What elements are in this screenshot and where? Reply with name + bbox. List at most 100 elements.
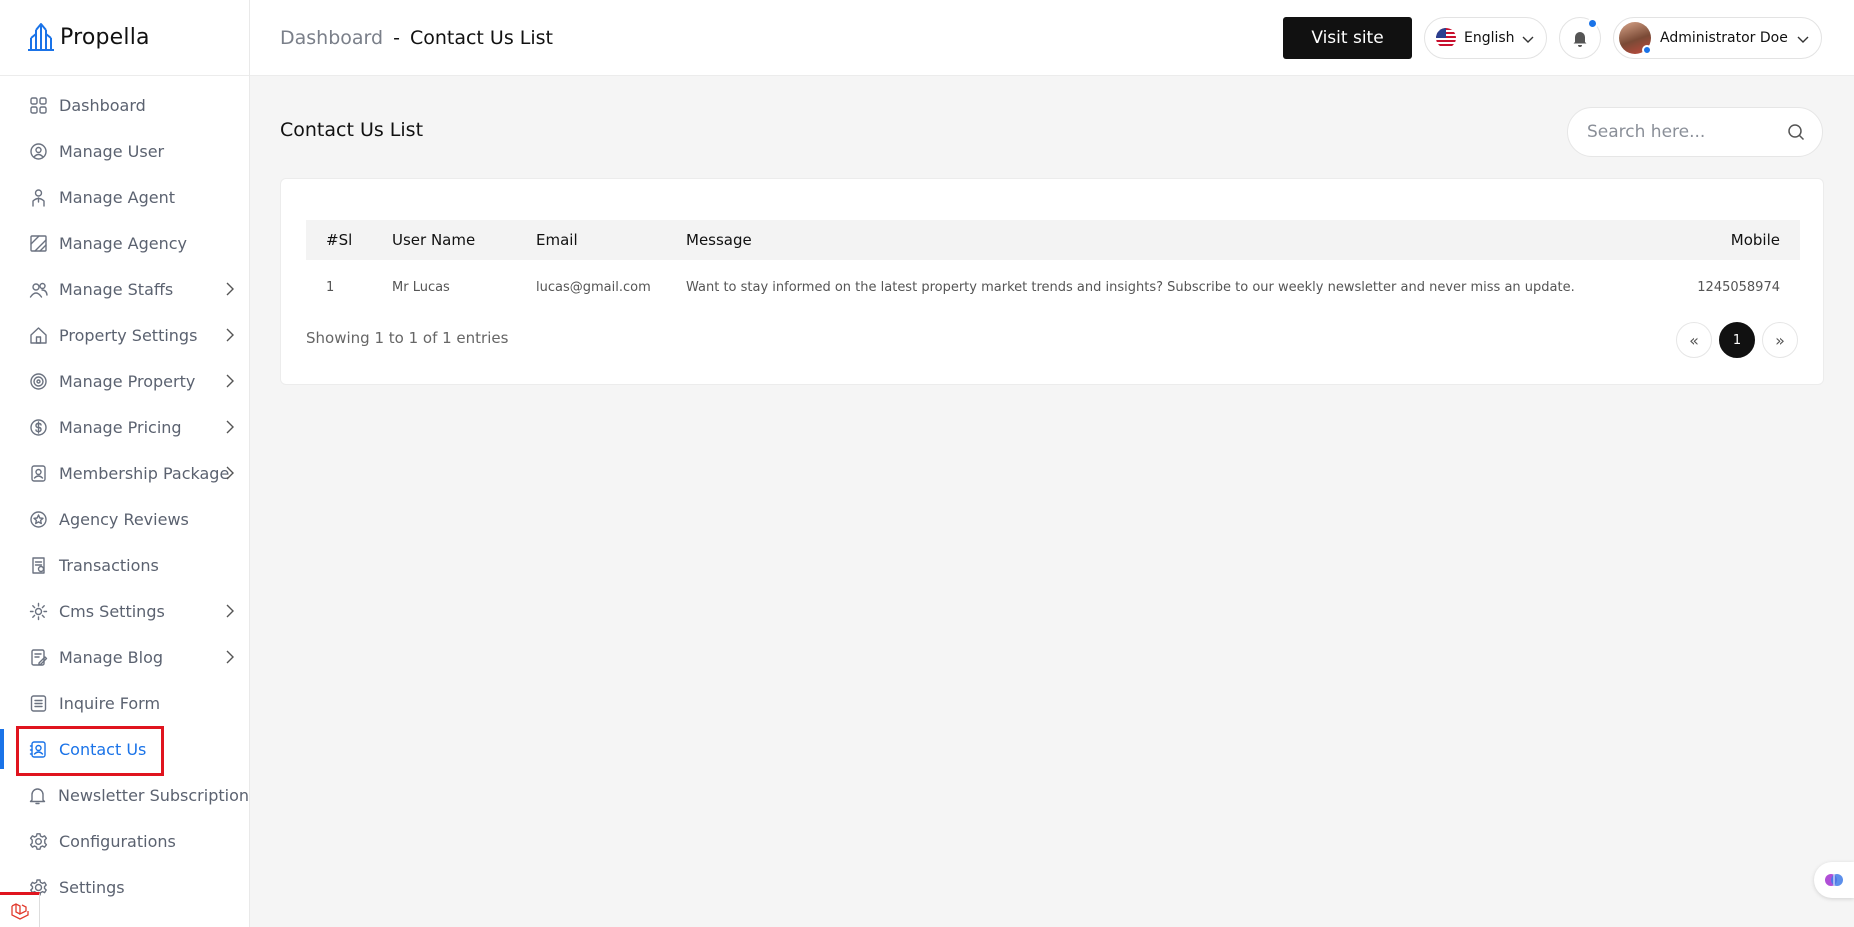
pagination-next[interactable]: » <box>1762 322 1798 358</box>
chevron-right-icon <box>226 466 234 480</box>
search-input[interactable] <box>1587 122 1777 142</box>
target-icon <box>28 371 48 391</box>
laravel-icon[interactable] <box>0 892 40 927</box>
online-indicator <box>1642 45 1652 55</box>
breadcrumb: Dashboard - Contact Us List <box>280 27 553 49</box>
cell-email: lucas@gmail.com <box>536 280 651 295</box>
sidebar-item-label: Configurations <box>59 831 176 851</box>
cog-icon <box>28 831 48 851</box>
chevron-right-icon <box>226 420 234 434</box>
cell-sl: 1 <box>326 280 335 295</box>
pagination-prev[interactable]: « <box>1676 322 1712 358</box>
propella-logo-icon <box>28 22 54 51</box>
sidebar-item-manage-staffs[interactable]: Manage Staffs <box>0 266 249 312</box>
sidebar-item-label: Agency Reviews <box>59 509 189 529</box>
chevron-right-icon <box>226 650 234 664</box>
sidebar-item-label: Property Settings <box>59 325 198 345</box>
sidebar-item-label: Cms Settings <box>59 601 165 621</box>
sidebar-item-manage-pricing[interactable]: Manage Pricing <box>0 404 249 450</box>
sidebar-item-inquire-form[interactable]: Inquire Form <box>0 680 249 726</box>
sidebar-item-label: Settings <box>59 877 125 897</box>
receipt-icon <box>28 555 48 575</box>
cell-mobile: 1245058974 <box>1697 280 1780 295</box>
pagination-page-1[interactable]: 1 <box>1719 322 1755 358</box>
sidebar: Propella Dashboard Manage User Manage Agen… <box>0 0 250 927</box>
sidebar-item-label: Newsletter Subscription <box>58 785 249 805</box>
cell-user-name: Mr Lucas <box>392 280 450 295</box>
sidebar-item-label: Contact Us <box>59 739 147 759</box>
sidebar-item-label: Transactions <box>59 555 159 575</box>
sidebar-item-label: Manage Agent <box>59 187 175 207</box>
sidebar-item-property-settings[interactable]: Property Settings <box>0 312 249 358</box>
agent-icon <box>28 187 48 207</box>
top-header: Dashboard - Contact Us List Visit site E… <box>250 0 1854 76</box>
language-label: English <box>1464 30 1515 46</box>
language-selector[interactable]: English <box>1424 17 1547 59</box>
bell-outline-icon <box>28 785 47 805</box>
chevron-right-icon <box>226 604 234 618</box>
page-title: Contact Us List <box>280 119 424 141</box>
sidebar-item-newsletter-subscription[interactable]: Newsletter Subscription <box>0 772 249 818</box>
search-icon[interactable] <box>1787 123 1805 141</box>
column-header-mobile: Mobile <box>1730 231 1780 249</box>
notification-button[interactable] <box>1559 17 1601 59</box>
sidebar-item-transactions[interactable]: Transactions <box>0 542 249 588</box>
sidebar-item-label: Manage Property <box>59 371 196 391</box>
breadcrumb-root[interactable]: Dashboard <box>280 27 383 49</box>
edit-doc-icon <box>28 647 48 667</box>
bell-icon <box>1573 32 1587 47</box>
dollar-icon <box>28 417 48 437</box>
table-header: #Sl User Name Email Message Mobile <box>306 220 1800 260</box>
cell-message: Want to stay informed on the latest prop… <box>686 280 1575 295</box>
contact-table: #Sl User Name Email Message Mobile 1 Mr … <box>306 220 1800 320</box>
sidebar-item-agency-reviews[interactable]: Agency Reviews <box>0 496 249 542</box>
breadcrumb-separator: - <box>393 26 400 49</box>
sidebar-item-contact-us[interactable]: Contact Us <box>0 726 249 772</box>
sidebar-nav: Dashboard Manage User Manage Agent Manage A… <box>0 76 249 910</box>
search-box <box>1567 107 1823 157</box>
sidebar-item-label: Manage Agency <box>59 233 187 253</box>
sidebar-item-dashboard[interactable]: Dashboard <box>0 82 249 128</box>
sidebar-item-label: Dashboard <box>59 95 146 115</box>
gear-icon <box>28 601 48 621</box>
chevron-right-icon <box>226 328 234 342</box>
sidebar-item-manage-property[interactable]: Manage Property <box>0 358 249 404</box>
chevron-right-icon <box>226 374 234 388</box>
user-menu[interactable]: Administrator Doe <box>1613 17 1822 59</box>
list-icon <box>28 693 48 713</box>
chevron-right-icon <box>226 282 234 296</box>
us-flag-icon <box>1436 28 1456 48</box>
contact-list-card: #Sl User Name Email Message Mobile 1 Mr … <box>280 178 1824 385</box>
column-header-email: Email <box>536 231 578 249</box>
sidebar-item-manage-agent[interactable]: Manage Agent <box>0 174 249 220</box>
sidebar-item-cms-settings[interactable]: Cms Settings <box>0 588 249 634</box>
sidebar-item-membership-package[interactable]: Membership Package <box>0 450 249 496</box>
sidebar-item-manage-agency[interactable]: Manage Agency <box>0 220 249 266</box>
user-name: Administrator Doe <box>1660 30 1788 46</box>
brand[interactable]: Propella <box>0 0 249 76</box>
sidebar-item-manage-blog[interactable]: Manage Blog <box>0 634 249 680</box>
sidebar-item-manage-user[interactable]: Manage User <box>0 128 249 174</box>
id-card-icon <box>28 463 48 483</box>
chevron-down-icon <box>1522 36 1534 43</box>
column-header-message: Message <box>686 231 752 249</box>
sidebar-item-label: Membership Package <box>59 463 230 483</box>
brand-name: Propella <box>60 25 150 50</box>
star-badge-icon <box>28 509 48 529</box>
table-row[interactable]: 1 Mr Lucas lucas@gmail.com Want to stay … <box>306 260 1800 320</box>
column-header-user-name: User Name <box>392 231 476 249</box>
chevron-down-icon <box>1797 36 1809 43</box>
sidebar-item-label: Manage Staffs <box>59 279 174 299</box>
user-circle-icon <box>28 141 48 161</box>
ai-assistant-icon[interactable] <box>1814 862 1854 898</box>
sidebar-item-configurations[interactable]: Configurations <box>0 818 249 864</box>
agency-icon <box>28 233 48 253</box>
breadcrumb-current: Contact Us List <box>409 26 553 49</box>
users-icon <box>28 279 48 299</box>
entries-info: Showing 1 to 1 of 1 entries <box>306 329 509 347</box>
notification-badge <box>1587 18 1598 29</box>
sidebar-item-label: Manage Pricing <box>59 417 182 437</box>
sidebar-item-label: Inquire Form <box>59 693 161 713</box>
visit-site-button[interactable]: Visit site <box>1283 17 1412 59</box>
sidebar-item-label: Manage User <box>59 141 165 161</box>
